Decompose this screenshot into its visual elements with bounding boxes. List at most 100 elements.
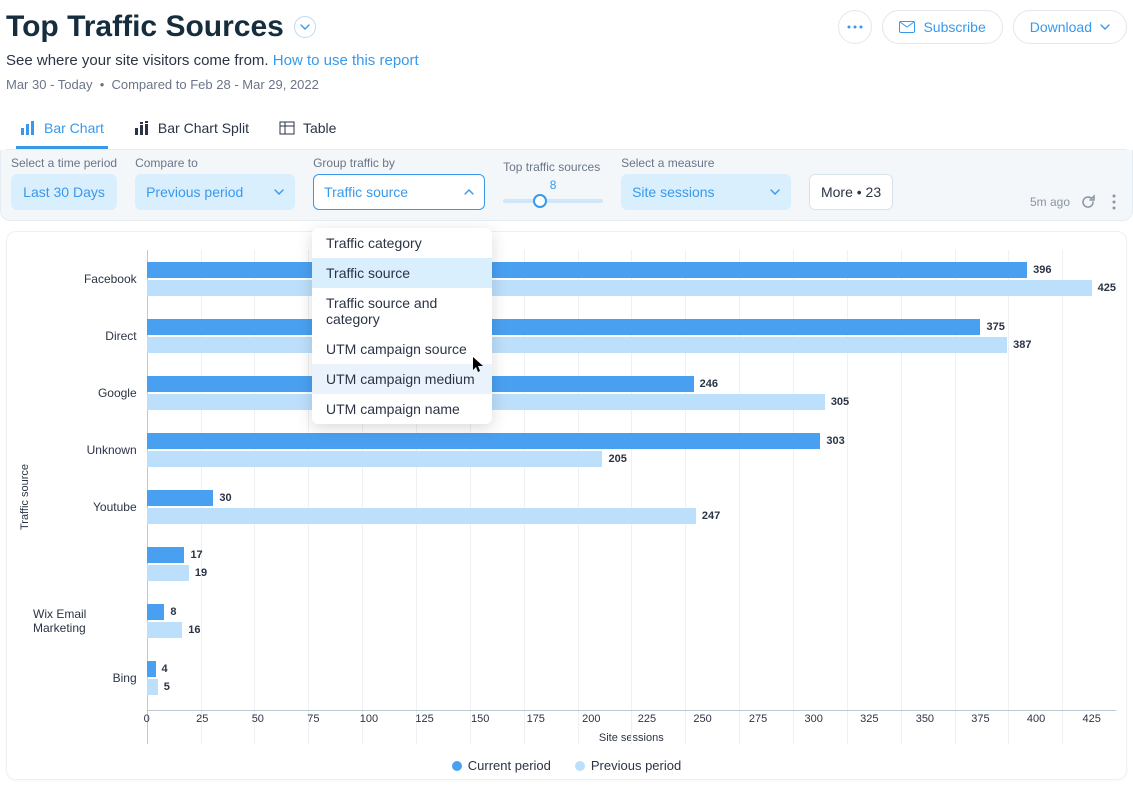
cursor-icon — [473, 357, 485, 376]
tab-label: Bar Chart Split — [158, 120, 249, 136]
bar-current[interactable] — [147, 319, 981, 335]
kebab-menu-icon[interactable] — [1106, 194, 1122, 210]
mail-icon — [899, 21, 915, 33]
tab-label: Table — [303, 120, 336, 136]
y-axis-label: Traffic source — [17, 464, 33, 530]
bar-value: 4 — [162, 663, 168, 675]
legend-current: Current period — [452, 758, 551, 773]
tab-table[interactable]: Table — [275, 110, 340, 149]
bar-previous[interactable] — [147, 679, 158, 695]
bar-value: 425 — [1098, 282, 1116, 294]
category-label: Facebook — [33, 250, 147, 307]
x-tick: 0 — [144, 713, 150, 725]
bar-value: 303 — [826, 435, 844, 447]
download-button[interactable]: Download — [1013, 10, 1127, 44]
date-range: Mar 30 - Today — [6, 77, 92, 92]
bar-previous[interactable] — [147, 508, 696, 524]
more-actions-button[interactable] — [838, 10, 872, 44]
bar-current[interactable] — [147, 661, 156, 677]
subtitle-text: See where your site visitors come from. — [6, 52, 269, 69]
x-tick: 200 — [582, 713, 600, 725]
x-tick: 425 — [1082, 713, 1100, 725]
subscribe-label: Subscribe — [923, 19, 985, 35]
top-sources-slider[interactable] — [503, 192, 603, 210]
bar-value: 19 — [195, 567, 207, 579]
x-tick: 300 — [805, 713, 823, 725]
x-tick: 325 — [860, 713, 878, 725]
x-tick: 350 — [916, 713, 934, 725]
chevron-down-icon — [274, 184, 284, 200]
bar-current[interactable] — [147, 490, 214, 506]
last-updated: 5m ago — [1030, 195, 1070, 209]
bar-value: 30 — [219, 492, 231, 504]
help-link[interactable]: How to use this report — [273, 52, 419, 69]
category-label: Wix Email Marketing — [33, 592, 147, 649]
bar-value: 396 — [1033, 264, 1051, 276]
x-tick: 75 — [307, 713, 319, 725]
bar-current[interactable] — [147, 547, 185, 563]
slider-value: 8 — [550, 178, 557, 192]
refresh-icon[interactable] — [1080, 194, 1096, 210]
bar-current[interactable] — [147, 262, 1028, 278]
bar-value: 387 — [1013, 339, 1031, 351]
bar-previous[interactable] — [147, 451, 603, 467]
tab-label: Bar Chart — [44, 120, 104, 136]
dropdown-option[interactable]: Traffic source — [312, 258, 492, 288]
measure-select[interactable]: Site sessions — [621, 174, 791, 210]
title-dropdown-icon[interactable] — [294, 16, 316, 38]
chevron-up-icon — [464, 184, 474, 200]
measure-label: Select a measure — [621, 156, 791, 170]
category-label — [33, 535, 147, 592]
bar-current[interactable] — [147, 433, 821, 449]
page-title: Top Traffic Sources — [6, 10, 284, 44]
more-label: More • 23 — [821, 184, 881, 200]
top-sources-label: Top traffic sources — [503, 160, 603, 174]
category-label: Youtube — [33, 478, 147, 535]
bar-previous[interactable] — [147, 280, 1092, 296]
bar-value: 16 — [188, 624, 200, 636]
x-tick: 125 — [415, 713, 433, 725]
x-tick: 100 — [360, 713, 378, 725]
bar-previous[interactable] — [147, 565, 189, 581]
subscribe-button[interactable]: Subscribe — [882, 10, 1002, 44]
bar-previous[interactable] — [147, 337, 1008, 353]
category-label: Unknown — [33, 421, 147, 478]
bar-value: 5 — [164, 681, 170, 693]
bar-current[interactable] — [147, 604, 165, 620]
tab-bar-chart-split[interactable]: Bar Chart Split — [130, 110, 253, 149]
tab-bar-chart[interactable]: Bar Chart — [16, 110, 108, 149]
compare-select[interactable]: Previous period — [135, 174, 295, 210]
x-tick: 150 — [471, 713, 489, 725]
dropdown-option[interactable]: UTM campaign name — [312, 394, 492, 424]
chevron-down-icon — [770, 184, 780, 200]
group-by-input[interactable] — [324, 184, 434, 200]
table-icon — [279, 120, 295, 136]
legend-label: Previous period — [591, 758, 681, 773]
dropdown-option[interactable]: Traffic source and category — [312, 288, 492, 334]
bar-value: 305 — [831, 396, 849, 408]
dropdown-option[interactable]: UTM campaign source — [312, 334, 492, 364]
x-tick: 225 — [638, 713, 656, 725]
x-tick: 175 — [527, 713, 545, 725]
bar-chart-icon — [20, 120, 36, 136]
x-tick: 400 — [1027, 713, 1045, 725]
bar-value: 247 — [702, 510, 720, 522]
download-label: Download — [1030, 19, 1092, 35]
time-period-select[interactable]: Last 30 Days — [11, 174, 117, 210]
dropdown-option[interactable]: Traffic category — [312, 228, 492, 258]
x-tick: 275 — [749, 713, 767, 725]
bar-chart-split-icon — [134, 120, 150, 136]
legend-previous: Previous period — [575, 758, 681, 773]
x-tick: 250 — [693, 713, 711, 725]
x-tick: 50 — [252, 713, 264, 725]
bar-value: 205 — [608, 453, 626, 465]
bar-previous[interactable] — [147, 622, 183, 638]
view-tabs: Bar Chart Bar Chart Split Table — [6, 110, 1127, 150]
group-by-select[interactable] — [313, 174, 485, 210]
more-filters-button[interactable]: More • 23 — [809, 174, 893, 210]
bar-value: 17 — [190, 549, 202, 561]
chevron-down-icon — [1100, 22, 1110, 32]
time-period-label: Select a time period — [11, 156, 117, 170]
bar-value: 8 — [170, 606, 176, 618]
dropdown-option[interactable]: UTM campaign medium — [312, 364, 492, 394]
